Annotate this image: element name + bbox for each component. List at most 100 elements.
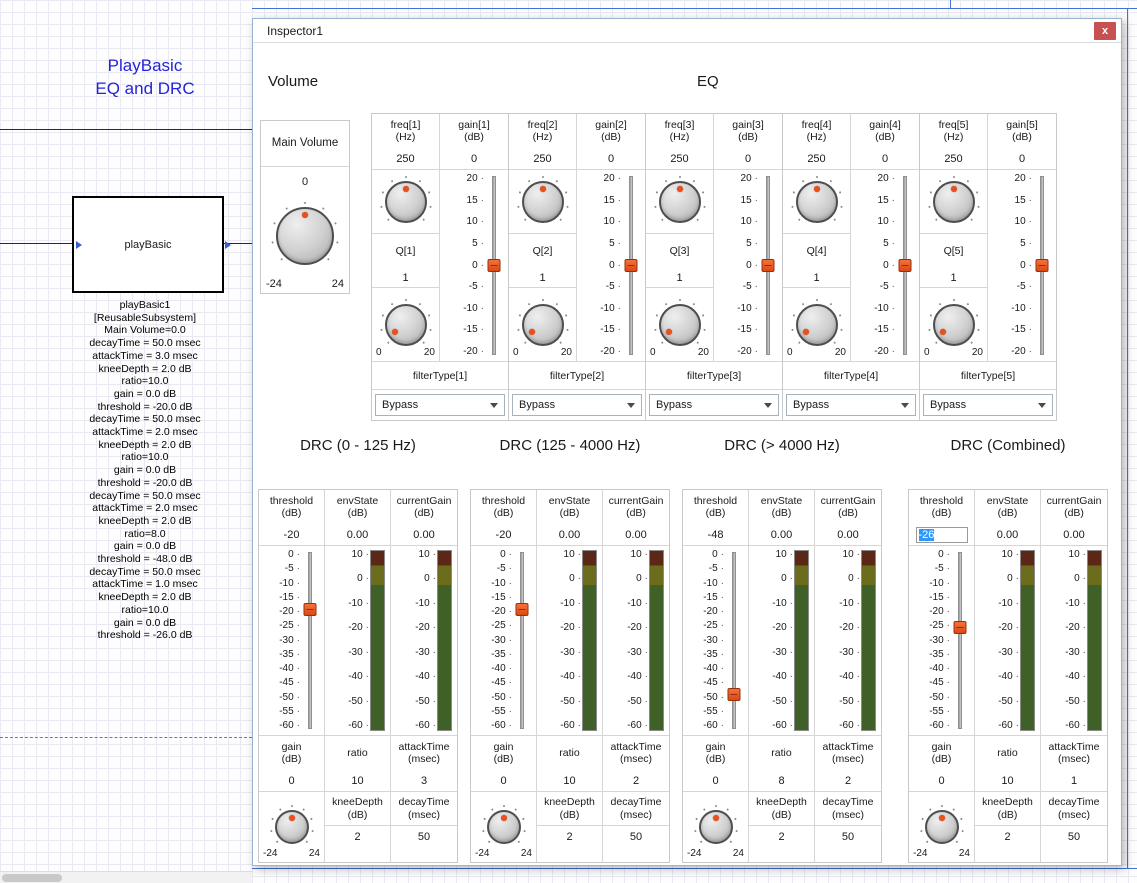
gain-slider-handle[interactable]	[762, 259, 775, 272]
q-value[interactable]: 1	[372, 268, 440, 288]
q-knob[interactable]: 0 20	[920, 288, 988, 362]
tick-label: -15	[600, 325, 621, 335]
freq-value[interactable]: 250	[372, 148, 440, 170]
ratio-value[interactable]: 10	[975, 770, 1041, 792]
gain-slider-handle[interactable]	[1036, 259, 1049, 272]
threshold-value[interactable]: -48	[683, 524, 749, 546]
threshold-slider[interactable]: 0-5-10-15-20-25-30-35-40-45-50-55-60	[909, 546, 975, 736]
horizontal-scrollbar[interactable]	[0, 871, 252, 883]
horizontal-scrollbar-thumb[interactable]	[2, 874, 62, 882]
gain-value[interactable]: 0	[909, 770, 975, 792]
gain-knob[interactable]: -24 24	[259, 792, 325, 862]
ratio-value[interactable]: 10	[325, 770, 391, 792]
threshold-slider-handle[interactable]	[954, 621, 967, 634]
annotation-line: ratio=8.0	[25, 528, 265, 541]
q-value[interactable]: 1	[509, 268, 577, 288]
freq-value[interactable]: 250	[509, 148, 577, 170]
decaytime-value[interactable]: 50	[1041, 826, 1107, 848]
filtertype-dropdown[interactable]: Bypass	[923, 394, 1053, 416]
threshold-slider-handle[interactable]	[728, 688, 741, 701]
gain-value[interactable]: 0	[440, 148, 508, 170]
decaytime-value[interactable]: 50	[603, 826, 669, 848]
kneedepth-value[interactable]: 2	[975, 826, 1040, 848]
kneedepth-value[interactable]: 2	[537, 826, 602, 848]
window-titlebar[interactable]: Inspector1 x	[253, 19, 1121, 43]
gain-slider-handle[interactable]	[625, 259, 638, 272]
currentgain-meter: 100-10-20-30-40-50-60	[391, 546, 457, 736]
knob-face	[796, 304, 838, 346]
knob-indicator	[540, 186, 546, 192]
freq-knob[interactable]	[920, 170, 988, 234]
q-value[interactable]: 1	[646, 268, 714, 288]
gain-slider[interactable]: 20151050-5-10-15-20	[988, 170, 1056, 362]
envstate-meter: 100-10-20-30-40-50-60	[749, 546, 815, 736]
ratio-value[interactable]: 8	[749, 770, 815, 792]
filtertype-dropdown[interactable]: Bypass	[512, 394, 642, 416]
threshold-slider[interactable]: 0-5-10-15-20-25-30-35-40-45-50-55-60	[259, 546, 325, 736]
threshold-slider[interactable]: 0-5-10-15-20-25-30-35-40-45-50-55-60	[683, 546, 749, 736]
freq-value[interactable]: 250	[783, 148, 851, 170]
q-knob[interactable]: 0 20	[646, 288, 714, 362]
q-knob[interactable]: 0 20	[372, 288, 440, 362]
freq-knob[interactable]	[646, 170, 714, 234]
gain-slider[interactable]: 20151050-5-10-15-20	[851, 170, 919, 362]
q-knob[interactable]: 0 20	[509, 288, 577, 362]
gain-value[interactable]: 0	[259, 770, 325, 792]
gain-value[interactable]: 0	[683, 770, 749, 792]
attacktime-value[interactable]: 2	[815, 770, 881, 792]
playbasic-block[interactable]: playBasic	[72, 196, 224, 293]
filtertype-dropdown[interactable]: Bypass	[649, 394, 779, 416]
attacktime-value[interactable]: 1	[1041, 770, 1107, 792]
filtertype-dropdown-cell: Bypass	[646, 390, 782, 420]
gain-knob[interactable]: -24 24	[909, 792, 975, 862]
gain-slider-handle[interactable]	[899, 259, 912, 272]
threshold-slider[interactable]: 0-5-10-15-20-25-30-35-40-45-50-55-60	[471, 546, 537, 736]
gain-value[interactable]: 0	[471, 770, 537, 792]
gain-knob[interactable]: -24 24	[683, 792, 749, 862]
kneedepth-value[interactable]: 2	[325, 826, 390, 848]
q-knob[interactable]: 0 20	[783, 288, 851, 362]
gain-label: gain(dB)	[471, 736, 537, 770]
threshold-slider-handle[interactable]	[516, 603, 529, 616]
diagram-title: PlayBasic EQ and DRC	[50, 54, 240, 100]
gain-slider[interactable]: 20151050-5-10-15-20	[577, 170, 645, 362]
threshold-slider-handle[interactable]	[304, 603, 317, 616]
gain-value[interactable]: 0	[714, 148, 782, 170]
knob-indicator	[814, 186, 820, 192]
freq-knob[interactable]	[372, 170, 440, 234]
freq-knob[interactable]	[509, 170, 577, 234]
decaytime-value[interactable]: 50	[815, 826, 881, 848]
close-button[interactable]: x	[1094, 22, 1116, 40]
gain-value[interactable]: 0	[988, 148, 1056, 170]
gain-slider[interactable]: 20151050-5-10-15-20	[714, 170, 782, 362]
decaytime-label: decayTime(msec)	[1041, 792, 1107, 826]
eq-channel-3: freq[3](Hz) gain[3](dB) 250 0 20151050-5…	[645, 113, 783, 421]
threshold-value-editfield[interactable]: -26	[909, 524, 975, 546]
threshold-value[interactable]: -20	[471, 524, 537, 546]
ratio-value[interactable]: 10	[537, 770, 603, 792]
gain-slider-handle[interactable]	[488, 259, 501, 272]
gain-value[interactable]: 0	[577, 148, 645, 170]
tick-label: -35	[929, 650, 950, 660]
envstate-meter: 100-10-20-30-40-50-60	[975, 546, 1041, 736]
attacktime-value[interactable]: 3	[391, 770, 457, 792]
q-value[interactable]: 1	[783, 268, 851, 288]
freq-value[interactable]: 250	[920, 148, 988, 170]
freq-value[interactable]: 250	[646, 148, 714, 170]
attacktime-value[interactable]: 2	[603, 770, 669, 792]
freq-knob[interactable]	[783, 170, 851, 234]
kneedepth-value[interactable]: 2	[749, 826, 814, 848]
filtertype-dropdown[interactable]: Bypass	[786, 394, 916, 416]
main-volume-value[interactable]: 0	[261, 167, 349, 197]
tick-label: -50	[998, 697, 1019, 707]
q-value[interactable]: 1	[920, 268, 988, 288]
gain-knob[interactable]: -24 24	[471, 792, 537, 862]
tick-label: -30	[998, 648, 1019, 658]
main-volume-knob[interactable]	[261, 197, 349, 275]
decaytime-value[interactable]: 50	[391, 826, 457, 848]
threshold-value[interactable]: -20	[259, 524, 325, 546]
filtertype-label: filterType[5]	[920, 362, 1056, 390]
filtertype-dropdown[interactable]: Bypass	[375, 394, 505, 416]
gain-slider[interactable]: 20151050-5-10-15-20	[440, 170, 508, 362]
gain-value[interactable]: 0	[851, 148, 919, 170]
